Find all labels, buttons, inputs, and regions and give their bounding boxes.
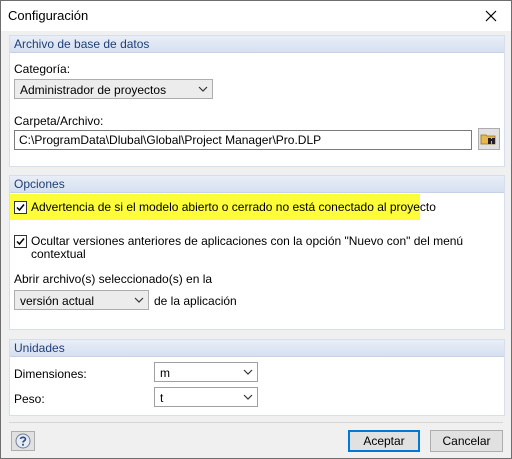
folder-search-icon (480, 134, 496, 145)
checkmark-icon (16, 238, 25, 246)
database-group-header: Archivo de base de datos (10, 36, 504, 53)
close-icon (485, 10, 497, 22)
close-button[interactable] (471, 1, 511, 31)
help-button[interactable] (11, 431, 35, 451)
configuration-dialog: Configuración Archivo de base de datos C… (0, 0, 512, 459)
weight-value: t (160, 391, 164, 405)
options-group-header: Opciones (10, 176, 504, 193)
footer-divider (9, 422, 503, 423)
dimensions-label: Dimensiones: (14, 367, 87, 381)
application-suffix-label: de la aplicación (154, 294, 237, 308)
chevron-down-icon (134, 297, 144, 303)
options-group: Opciones Advertencia de si el modelo abi… (9, 175, 505, 330)
folder-label: Carpeta/Archivo: (14, 114, 104, 128)
cancel-button[interactable]: Cancelar (430, 430, 503, 452)
hide-versions-label-line1: Ocultar versiones anteriores de aplicaci… (31, 234, 464, 248)
dimensions-dropdown[interactable]: m (154, 362, 258, 382)
weight-dropdown[interactable]: t (154, 387, 258, 407)
units-group: Unidades Dimensiones: m Peso: t (9, 339, 505, 416)
chevron-down-icon (198, 86, 208, 92)
help-icon (15, 433, 31, 449)
weight-label: Peso: (14, 392, 45, 406)
hide-versions-checkbox[interactable] (14, 235, 27, 248)
warning-checkbox[interactable] (14, 201, 27, 214)
window-title: Configuración (8, 8, 89, 23)
folder-field[interactable] (14, 130, 472, 150)
chevron-down-icon (243, 369, 253, 375)
chevron-down-icon (243, 394, 253, 400)
version-value: versión actual (20, 294, 95, 308)
hide-versions-label-line2: contextual (31, 247, 86, 261)
warning-label: Advertencia de si el modelo abierto o ce… (31, 200, 436, 214)
category-dropdown[interactable]: Administrador de proyectos (14, 79, 213, 99)
title-bar: Configuración (1, 1, 511, 31)
version-dropdown[interactable]: versión actual (14, 290, 149, 310)
database-group: Archivo de base de datos Categoría: Admi… (9, 35, 505, 167)
options-group-title: Opciones (14, 177, 65, 191)
folder-input[interactable] (15, 131, 471, 149)
category-label: Categoría: (14, 62, 71, 76)
units-group-header: Unidades (10, 340, 504, 357)
dimensions-value: m (160, 366, 170, 380)
open-with-label: Abrir archivo(s) seleccionado(s) en la (14, 272, 213, 286)
checkmark-icon (16, 204, 25, 212)
units-group-title: Unidades (14, 341, 65, 355)
browse-folder-button[interactable] (478, 128, 500, 150)
accept-button[interactable]: Aceptar (348, 430, 420, 452)
database-group-title: Archivo de base de datos (14, 37, 150, 51)
category-value: Administrador de proyectos (20, 83, 167, 97)
